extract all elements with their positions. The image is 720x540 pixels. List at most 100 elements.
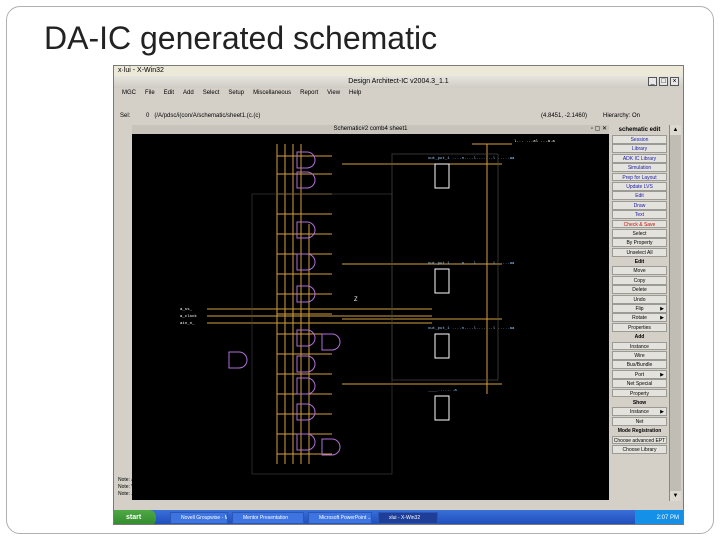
schematic-canvas[interactable]: out_put_1 ....n....l.......l .....aa out_… [132,134,609,500]
palette-library[interactable]: Library [612,144,667,154]
palette-prep-for-layout[interactable]: Prep for Layout [612,172,667,182]
schematic-drawing[interactable]: out_put_1 ....n....l.......l .....aa out_… [132,134,609,500]
close-icon[interactable]: × [670,77,679,86]
logic-gate [296,377,316,395]
instance-label: out_put_1 ....n....l.......l .....aa [428,326,515,331]
palette-flip[interactable]: Flip ▶ [612,304,667,313]
coords-readout: (4.8451, -2.1460) [541,113,588,119]
start-button[interactable]: start [114,510,156,524]
menu-item-add[interactable]: Add [183,90,194,96]
palette-label: Prep for Layout [622,174,657,181]
logic-gate [296,253,316,271]
palette-label: Flip [635,306,644,313]
minimize-icon[interactable]: _ [648,77,657,86]
palette-choose-library[interactable]: Choose Library [612,444,667,454]
logic-gate [296,403,316,421]
palette-header: schematic edit [611,125,668,135]
palette-select[interactable]: Select [612,228,667,238]
menu-item-report[interactable]: Report [300,90,318,96]
palette-text[interactable]: Text [612,210,667,220]
palette-edit[interactable]: Edit [612,191,667,201]
palette-choose-advanced-ept[interactable]: Choose advanced EPT [612,435,667,445]
palette-label: Edit [635,193,644,200]
palette-rotate[interactable]: Rotate ▶ [612,313,667,323]
vertical-scrollbar[interactable]: ▲ ▼ [669,125,681,501]
palette-label: Library [631,146,648,153]
palette-instance[interactable]: Instance [612,341,667,351]
flipflop-instance [434,395,450,421]
task-item-mentor[interactable]: Mentor Presentation [232,512,304,524]
palette-draw[interactable]: Draw [612,200,667,210]
palette-label: Choose advanced EPT [613,437,666,444]
palette-label: Port [634,371,645,378]
palette-label: Choose Library [622,446,657,453]
palette-label: Simulation [627,165,652,172]
palette-label: By Property [626,240,653,247]
schematic-window-controls[interactable]: ▫ ▢ ✕ [591,125,607,134]
palette-bus-bundle[interactable]: Bus/Bundle [612,360,667,370]
palette-edit: Edit [612,257,667,266]
scroll-up-icon[interactable]: ▲ [670,125,681,135]
menu-item-miscellaneous[interactable]: Miscellaneous [253,90,291,96]
instance-label: out_put_1 ....n....l.......l .....aa [428,261,515,266]
sel-count: 0 (/A/pdsc/i(con/A/schematic/sheet1.(c.(… [146,113,261,119]
palette-show: Show [612,397,667,407]
maximize-icon[interactable]: □ [659,77,668,86]
palette-delete[interactable]: Delete [612,285,667,295]
palette-instance[interactable]: Instance ▶ [612,407,667,417]
palette-properties[interactable]: Properties [612,322,667,332]
palette-label: Copy [633,277,646,284]
menu-item-mgc[interactable]: MGC [122,90,136,96]
logic-gate [296,221,316,239]
menu-item-help[interactable]: Help [349,90,361,96]
menu-item-setup[interactable]: Setup [228,90,244,96]
palette-label: Session [630,137,649,143]
palette-undo[interactable]: Undo [612,294,667,304]
menu-item-edit[interactable]: Edit [164,90,174,96]
palette-label: Wire [634,352,645,359]
palette-net-special[interactable]: Net Special [612,379,667,389]
io-port-label: ain_n_ [180,321,195,326]
instance-label: ____.......a [427,389,457,393]
scroll-down-icon[interactable]: ▼ [670,491,681,501]
palette-port[interactable]: Port ▶ [612,369,667,379]
command-palette: schematic edit Session Library ADK IC Libr… [611,125,668,465]
palette-label: Property [630,390,649,397]
palette-net[interactable]: Net [612,416,667,426]
menu-item-view[interactable]: View [327,90,340,96]
top-pin-label: l... ...al ...a.a [514,139,555,144]
taskbar: start Novell Groupwise - M... Mentor Pre… [114,510,683,524]
palette-wire[interactable]: Wire [612,350,667,360]
palette-move[interactable]: Move [612,266,667,276]
task-item-groupwise[interactable]: Novell Groupwise - M... [170,512,228,524]
palette-by-property[interactable]: By Property [612,238,667,248]
task-item-xwin32[interactable]: xlui - X-Win32 [378,512,438,524]
io-port-label: a_clock [180,314,197,319]
palette-label: Text [634,212,645,219]
palette-unselect-all[interactable]: Unselect All [612,247,667,257]
palette-property[interactable]: Property [612,388,667,398]
palette-label: Edit [634,259,645,266]
palette-check-save[interactable]: Check & Save [612,219,667,229]
menu-item-file[interactable]: File [145,90,155,96]
sel-label: Sel: [120,113,131,119]
palette-label: Unselect All [626,249,653,256]
logic-gate [321,438,341,456]
palette-session[interactable]: Session [612,135,667,144]
palette-label: Mode Registration [617,428,662,435]
palette-update-lvs[interactable]: Update LVS [612,181,667,191]
task-item-powerpoint[interactable]: Microsoft PowerPoint ... [308,512,372,524]
slide-title: DA-IC generated schematic [44,20,438,56]
menu-item-select[interactable]: Select [203,90,220,96]
palette-label: Add [634,334,645,341]
io-port-label: a_ss_ [180,308,193,312]
system-tray-clock: 2:07 PM [635,510,683,524]
palette-label: Instance [630,343,649,350]
palette-simulation[interactable]: Simulation [612,163,667,173]
palette-label: Delete [632,287,647,294]
palette-adk-ic-library[interactable]: ADK IC Library [612,153,667,163]
palette-copy[interactable]: Copy [612,275,667,285]
menu-bar: MGC File Edit Add Select Setup Miscellaneous Re… [114,88,683,99]
palette-label: Show [632,399,647,406]
xterm-title-bar: x·lui - X-Win32 [114,66,683,76]
